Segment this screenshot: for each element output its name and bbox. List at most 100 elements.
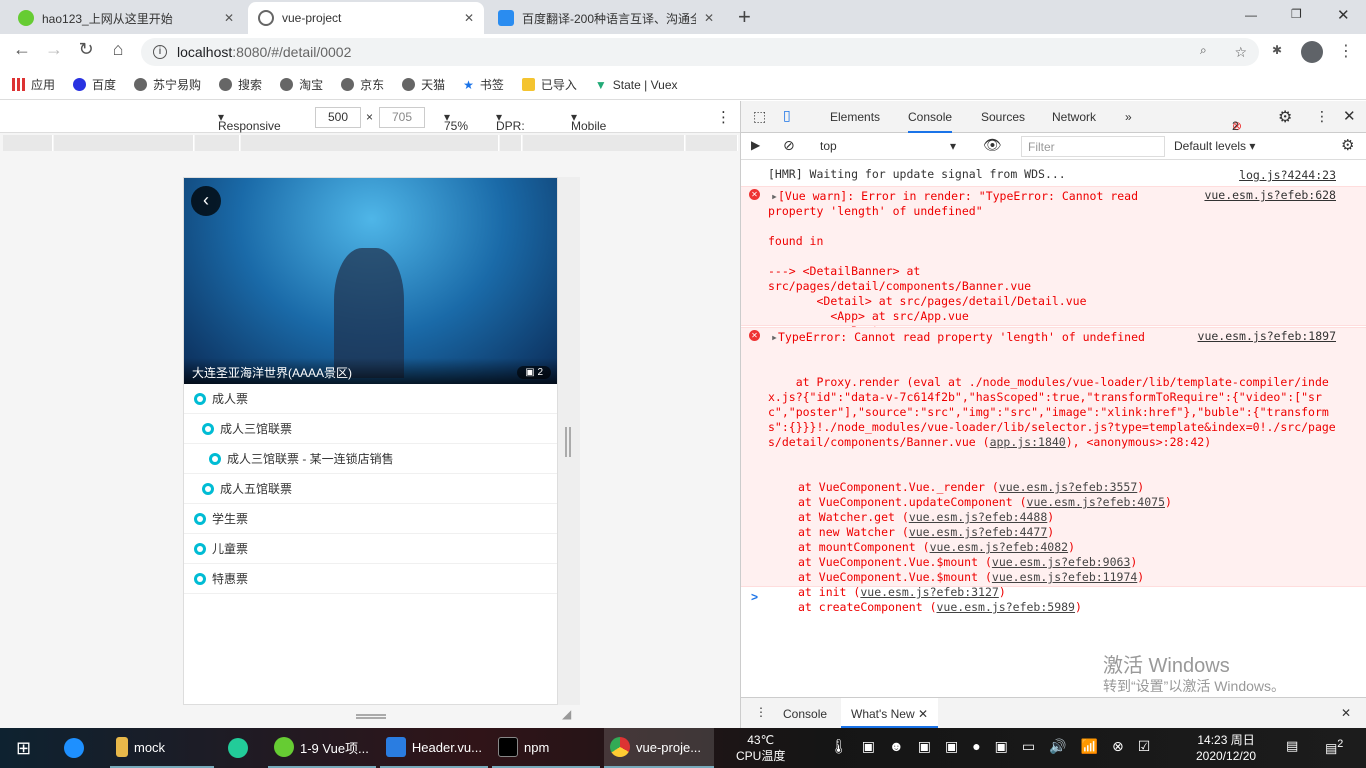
resize-handle-bottom[interactable] bbox=[356, 714, 386, 719]
clock[interactable]: 14:23 周日 2020/12/20 bbox=[1196, 732, 1256, 764]
new-tab-button[interactable]: + bbox=[738, 4, 751, 30]
source-link[interactable]: vue.esm.js?efeb:628 bbox=[1204, 188, 1336, 203]
home-button[interactable]: ⌂ bbox=[102, 39, 134, 60]
more-icon[interactable]: ⋮ bbox=[1315, 108, 1329, 125]
info-icon[interactable]: i bbox=[153, 45, 167, 59]
back-button[interactable]: ← bbox=[6, 39, 38, 60]
bookmark-tmall[interactable]: 天猫 bbox=[402, 76, 445, 93]
action-center-icon[interactable]: ▤ bbox=[1286, 738, 1298, 754]
avatar[interactable] bbox=[1301, 41, 1323, 63]
tray-icons[interactable]: 🌡▣☻▣▣●▣▭🔊📶⊗☑ bbox=[830, 738, 1164, 755]
ticket-item[interactable]: 学生票 bbox=[184, 504, 557, 534]
source-link[interactable]: vue.esm.js?efeb:3127 bbox=[860, 585, 998, 599]
zoom-select[interactable]: 75% ▾ bbox=[444, 110, 468, 133]
eye-icon[interactable]: 👁 bbox=[983, 136, 1002, 154]
bookmark-vuex[interactable]: ▼ State | Vuex bbox=[595, 78, 678, 92]
ticket-item[interactable]: 特惠票 bbox=[184, 564, 557, 594]
tab-baidu-translate[interactable]: 百度翻译-200种语言互译、沟通全 ✕ bbox=[488, 2, 724, 34]
taskbar-vscode[interactable]: Header.vu... bbox=[380, 728, 488, 768]
source-link[interactable]: vue.esm.js?efeb:1897 bbox=[1198, 329, 1336, 344]
windows-start-icon[interactable]: ⊞ bbox=[16, 738, 31, 759]
bookmark-baidu[interactable]: 百度 bbox=[73, 76, 116, 93]
console-prompt[interactable]: > bbox=[751, 590, 758, 604]
ticket-item[interactable]: 成人三馆联票 - 某一连锁店销售 bbox=[184, 444, 557, 474]
filter-input[interactable]: Filter bbox=[1021, 136, 1165, 157]
extensions-icon[interactable]: ✱ bbox=[1272, 43, 1282, 57]
clear-console-icon[interactable]: ⊘ bbox=[783, 137, 795, 154]
more-tabs-icon[interactable]: » bbox=[1125, 110, 1132, 124]
ticket-item[interactable]: 成人票 bbox=[184, 384, 557, 414]
inspect-icon[interactable]: ⬚ bbox=[753, 108, 766, 125]
bookmark-apps[interactable]: 应用 bbox=[12, 76, 55, 93]
tab-hao123[interactable]: hao123_上网从这里开始 ✕ bbox=[8, 2, 244, 34]
address-bar[interactable]: i localhost:8080/#/detail/0002 ☆ bbox=[141, 38, 1259, 66]
notifications-icon[interactable]: ▤2 bbox=[1325, 738, 1343, 756]
close-icon[interactable]: ✕ bbox=[224, 11, 234, 25]
tab-elements[interactable]: Elements bbox=[830, 110, 880, 124]
ticket-item[interactable]: 儿童票 bbox=[184, 534, 557, 564]
forward-button[interactable]: → bbox=[38, 39, 70, 60]
drawer-tab-console[interactable]: Console bbox=[783, 707, 827, 721]
source-link[interactable]: vue.esm.js?efeb:9063 bbox=[992, 555, 1130, 569]
ticket-item[interactable]: 成人三馆联票 bbox=[184, 414, 557, 444]
ticket-item[interactable]: 成人五馆联票 bbox=[184, 474, 557, 504]
taskbar-mock[interactable]: mock bbox=[110, 728, 214, 768]
source-link[interactable]: app.js:1840 bbox=[990, 435, 1066, 449]
close-drawer-icon[interactable]: ✕ bbox=[1341, 706, 1351, 720]
close-icon[interactable]: ✕ bbox=[704, 11, 714, 25]
height-input[interactable]: 705 bbox=[379, 107, 425, 128]
taskbar-chrome[interactable]: vue-proje... bbox=[604, 728, 714, 768]
taskbar-player[interactable] bbox=[222, 728, 254, 768]
cpu-temp-widget[interactable]: 43℃ CPU温度 bbox=[736, 732, 785, 764]
device-type-select[interactable]: Mobile ▾ bbox=[571, 110, 606, 133]
width-input[interactable]: 500 bbox=[315, 107, 361, 128]
taskbar-npm[interactable]: npm bbox=[492, 728, 600, 768]
bookmark-suning[interactable]: 苏宁易购 bbox=[134, 76, 201, 93]
bookmark-bookmarks[interactable]: ★ 书签 bbox=[463, 76, 504, 93]
source-link[interactable]: vue.esm.js?efeb:11974 bbox=[992, 570, 1137, 584]
expand-arrow-icon[interactable]: ▸ bbox=[771, 189, 778, 204]
levels-select[interactable]: Default levels ▾ bbox=[1174, 139, 1255, 153]
resize-corner-icon[interactable]: ◢ bbox=[562, 707, 571, 721]
device-mode-select[interactable]: Responsive ▾ bbox=[218, 110, 281, 133]
close-devtools-icon[interactable]: ✕ bbox=[1343, 107, 1356, 125]
sidebar-toggle-icon[interactable]: ▶ bbox=[751, 138, 760, 152]
minimize-button[interactable]: — bbox=[1245, 8, 1257, 22]
media-query-bar[interactable] bbox=[0, 133, 740, 153]
source-link[interactable]: vue.esm.js?efeb:3557 bbox=[999, 480, 1137, 494]
source-link[interactable]: vue.esm.js?efeb:4477 bbox=[909, 525, 1047, 539]
source-link[interactable]: vue.esm.js?efeb:4075 bbox=[1027, 495, 1165, 509]
settings-icon[interactable]: ⚙ bbox=[1278, 107, 1292, 127]
bookmark-jd[interactable]: 京东 bbox=[341, 76, 384, 93]
console-settings-icon[interactable]: ⚙ bbox=[1341, 136, 1354, 154]
gallery-count[interactable]: ▣ 2 bbox=[517, 366, 551, 379]
reload-button[interactable]: ↻ bbox=[70, 39, 102, 60]
context-select[interactable]: top ▾ bbox=[813, 136, 963, 156]
taskbar-item[interactable]: 1-9 Vue项... bbox=[268, 728, 376, 768]
bookmark-star-icon[interactable]: ☆ bbox=[1234, 44, 1247, 61]
close-icon[interactable]: ✕ bbox=[464, 11, 474, 25]
maximize-button[interactable]: ❐ bbox=[1291, 7, 1302, 21]
more-options-icon[interactable]: ⋮ bbox=[716, 108, 731, 126]
source-link[interactable]: vue.esm.js?efeb:5989 bbox=[937, 600, 1075, 614]
banner-image[interactable]: ‹ 大连圣亚海洋世界(AAAA景区) ▣ 2 bbox=[184, 178, 557, 384]
zoom-icon[interactable]: ⌕ bbox=[1200, 43, 1207, 58]
device-toggle-icon[interactable]: ▯ bbox=[783, 107, 791, 124]
drawer-menu-icon[interactable]: ⋮ bbox=[755, 705, 767, 719]
bookmark-search[interactable]: 搜索 bbox=[219, 76, 262, 93]
tab-sources[interactable]: Sources bbox=[981, 110, 1025, 124]
tab-vue-project[interactable]: vue-project ✕ bbox=[248, 2, 484, 34]
expand-arrow-icon[interactable]: ▸ bbox=[771, 330, 778, 345]
source-link[interactable]: log.js?4244:23 bbox=[1239, 168, 1336, 183]
tab-console[interactable]: Console bbox=[908, 101, 953, 133]
source-link[interactable]: vue.esm.js?efeb:4488 bbox=[909, 510, 1047, 524]
source-link[interactable]: vue.esm.js?efeb:4082 bbox=[930, 540, 1068, 554]
taskbar-ie[interactable] bbox=[58, 728, 90, 768]
resize-handle-right[interactable] bbox=[565, 427, 571, 457]
bookmark-imported[interactable]: 已导入 bbox=[521, 76, 577, 93]
dpr-select[interactable]: DPR: 2.0 ▾ bbox=[496, 110, 525, 147]
close-window-button[interactable]: ✕ bbox=[1337, 6, 1350, 24]
bookmark-taobao[interactable]: 淘宝 bbox=[280, 76, 323, 93]
back-button[interactable]: ‹ bbox=[191, 186, 221, 216]
tab-network[interactable]: Network bbox=[1052, 110, 1096, 124]
